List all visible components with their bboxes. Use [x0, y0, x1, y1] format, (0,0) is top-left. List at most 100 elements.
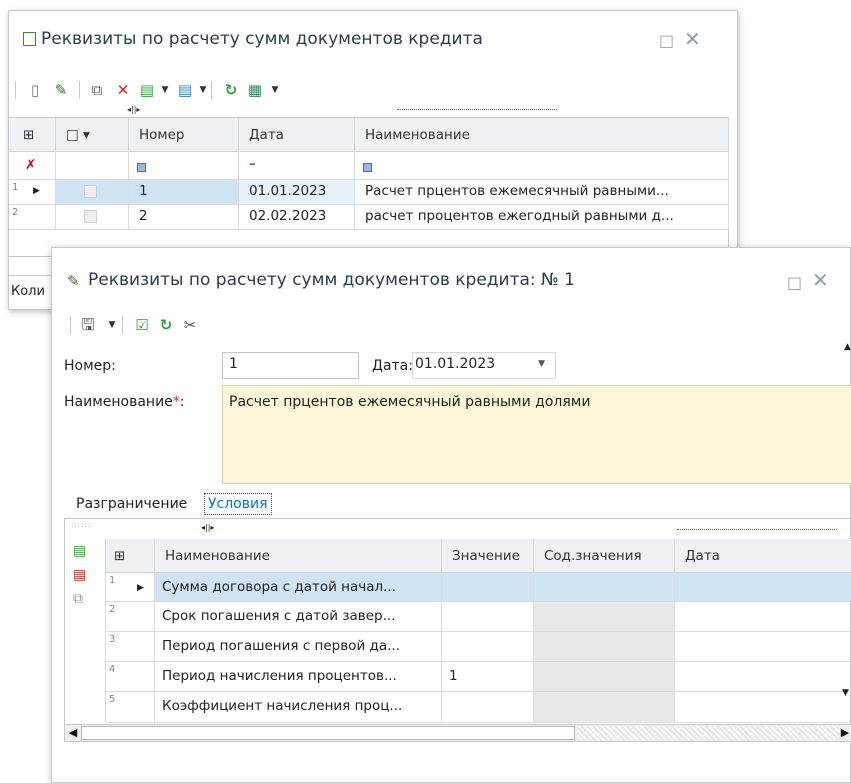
- cell-number[interactable]: 1: [129, 180, 239, 205]
- cell-condition-content[interactable]: [534, 573, 675, 602]
- front-window: ✎ Реквизиты по расчету сумм документов к…: [51, 247, 851, 783]
- cell-condition-name[interactable]: Коэффициент начисления проц...: [155, 692, 442, 723]
- back-window-title: Реквизиты по расчету сумм документов кре…: [41, 29, 483, 49]
- cell-condition-value[interactable]: [442, 602, 534, 632]
- chevron-down-icon[interactable]: ▼: [267, 82, 283, 98]
- row-number: 3: [105, 632, 155, 662]
- copy-icon[interactable]: ⧉: [89, 82, 105, 98]
- delete-icon[interactable]: ✕: [115, 82, 131, 98]
- column-resize-handle[interactable]: ◂||▸: [201, 523, 214, 532]
- select-all-checkbox[interactable]: □ ▾: [56, 118, 129, 152]
- cell-condition-content: [534, 602, 675, 632]
- column-header-name[interactable]: Наименование: [155, 539, 442, 573]
- horizontal-scrollbar[interactable]: ◀ ▶: [64, 724, 851, 742]
- tab-delimitation[interactable]: Разграничение: [76, 496, 187, 512]
- current-row-indicator: ▶: [137, 583, 144, 593]
- cell-condition-date[interactable]: [675, 573, 851, 602]
- scroll-left-arrow[interactable]: ◀: [67, 726, 79, 739]
- column-header-value[interactable]: Значение: [442, 539, 534, 573]
- filter-icon: [363, 163, 372, 172]
- print-icon[interactable]: ▤: [177, 82, 193, 98]
- cell-number[interactable]: 2: [129, 205, 239, 230]
- filter-number[interactable]: [129, 152, 239, 180]
- cell-condition-date[interactable]: [675, 632, 851, 662]
- cell-condition-value[interactable]: [442, 692, 534, 723]
- column-header-date[interactable]: Дата: [239, 118, 355, 152]
- new-document-icon[interactable]: ▯: [27, 82, 43, 98]
- column-header-number[interactable]: Номер: [129, 118, 239, 152]
- add-action-icon[interactable]: ▤: [139, 82, 155, 98]
- current-row-indicator: ▶: [33, 186, 40, 196]
- maximize-icon[interactable]: □: [659, 31, 674, 50]
- cell-condition-name[interactable]: Срок погашения с датой завер...: [155, 602, 442, 632]
- chevron-down-icon[interactable]: ▼: [104, 317, 120, 333]
- add-row-icon[interactable]: ▤: [73, 543, 86, 559]
- conditions-table: ⊞ Наименование Значение Сод.значения Дат…: [105, 539, 851, 723]
- refresh-icon[interactable]: ↻: [158, 317, 174, 333]
- group-panel-hint: [677, 529, 837, 530]
- cell-date[interactable]: 02.02.2023: [239, 205, 355, 230]
- scroll-right-arrow[interactable]: ▶: [839, 726, 851, 739]
- front-window-title: Реквизиты по расчету сумм документов кре…: [88, 270, 575, 290]
- tab-conditions[interactable]: Условия: [204, 493, 272, 515]
- name-textarea[interactable]: Расчет прцентов ежемесячный равными доля…: [222, 385, 851, 484]
- filter-cell[interactable]: [56, 152, 129, 180]
- chevron-down-icon[interactable]: ▼: [195, 82, 211, 98]
- column-header-date[interactable]: Дата: [675, 539, 851, 573]
- chevron-down-icon[interactable]: ▼: [157, 82, 173, 98]
- cell-condition-content: [534, 692, 675, 723]
- save-icon[interactable]: 🖫: [80, 317, 96, 333]
- cell-name[interactable]: Расчет прцентов ежемесячный равными...: [355, 180, 729, 205]
- delete-row-icon[interactable]: ▤: [73, 567, 86, 583]
- filter-name[interactable]: [355, 152, 729, 180]
- column-chooser-icon[interactable]: ⊞: [9, 118, 56, 152]
- apply-icon[interactable]: ☑: [134, 317, 150, 333]
- date-input[interactable]: 01.01.2023 ▼: [412, 352, 556, 379]
- row-checkbox[interactable]: [56, 180, 129, 205]
- scroll-down-arrow[interactable]: ▼: [842, 688, 849, 698]
- export-icon[interactable]: ▦: [247, 82, 263, 98]
- required-mark: *: [172, 394, 180, 410]
- filter-date[interactable]: –: [239, 152, 355, 180]
- row-number: 4: [105, 662, 155, 692]
- close-icon[interactable]: ✕: [812, 268, 829, 292]
- chevron-down-icon[interactable]: ▼: [538, 359, 545, 369]
- cell-condition-name[interactable]: Сумма договора с датой начал...: [155, 573, 442, 602]
- edit-pencil-icon: ✎: [67, 272, 80, 290]
- cell-name[interactable]: расчет процентов ежегодный равными д...: [355, 205, 729, 230]
- cell-condition-name[interactable]: Период начисления процентов...: [155, 662, 442, 692]
- cell-condition-content: [534, 662, 675, 692]
- cell-condition-date[interactable]: [675, 602, 851, 632]
- number-input[interactable]: 1: [222, 352, 359, 379]
- column-header-value-content[interactable]: Сод.значения: [534, 539, 675, 573]
- date-value: 01.01.2023: [415, 356, 496, 372]
- copy-row-icon[interactable]: ⧉: [73, 591, 83, 607]
- row-number: 2: [9, 205, 56, 230]
- cell-condition-date[interactable]: [675, 662, 851, 692]
- edit-icon[interactable]: ✎: [53, 82, 69, 98]
- scrollbar-thumb[interactable]: [81, 726, 575, 740]
- settings-tools-icon[interactable]: ✂: [182, 317, 198, 333]
- row-checkbox[interactable]: [56, 205, 129, 230]
- group-panel-hint: [397, 109, 557, 110]
- cell-condition-value[interactable]: 1: [442, 662, 534, 692]
- clear-filter-icon[interactable]: ✗: [9, 152, 56, 180]
- column-chooser-icon[interactable]: ⊞: [105, 539, 155, 573]
- scrollbar-track: [577, 726, 839, 740]
- close-icon[interactable]: ✕: [684, 27, 701, 51]
- maximize-icon[interactable]: □: [787, 273, 802, 292]
- cell-condition-name[interactable]: Период погашения с первой да...: [155, 632, 442, 662]
- name-label: Наименование*:: [64, 394, 185, 410]
- cell-date[interactable]: 01.01.2023: [239, 180, 355, 205]
- scroll-up-arrow[interactable]: ▲: [844, 342, 851, 372]
- cell-condition-value[interactable]: [442, 573, 534, 602]
- conditions-panel: :::::: ◂||▸ ▤ ▤ ⧉ ⊞ Наименование Значени…: [64, 518, 851, 738]
- cell-condition-date[interactable]: [675, 692, 851, 723]
- drag-grip[interactable]: ::::::: [71, 521, 91, 529]
- cell-condition-value[interactable]: [442, 632, 534, 662]
- column-resize-handle[interactable]: ◂||▸: [127, 105, 140, 114]
- column-header-name[interactable]: Наименование: [355, 118, 729, 152]
- filter-icon: [137, 163, 146, 172]
- row-number: 2: [105, 602, 155, 632]
- refresh-icon[interactable]: ↻: [223, 82, 239, 98]
